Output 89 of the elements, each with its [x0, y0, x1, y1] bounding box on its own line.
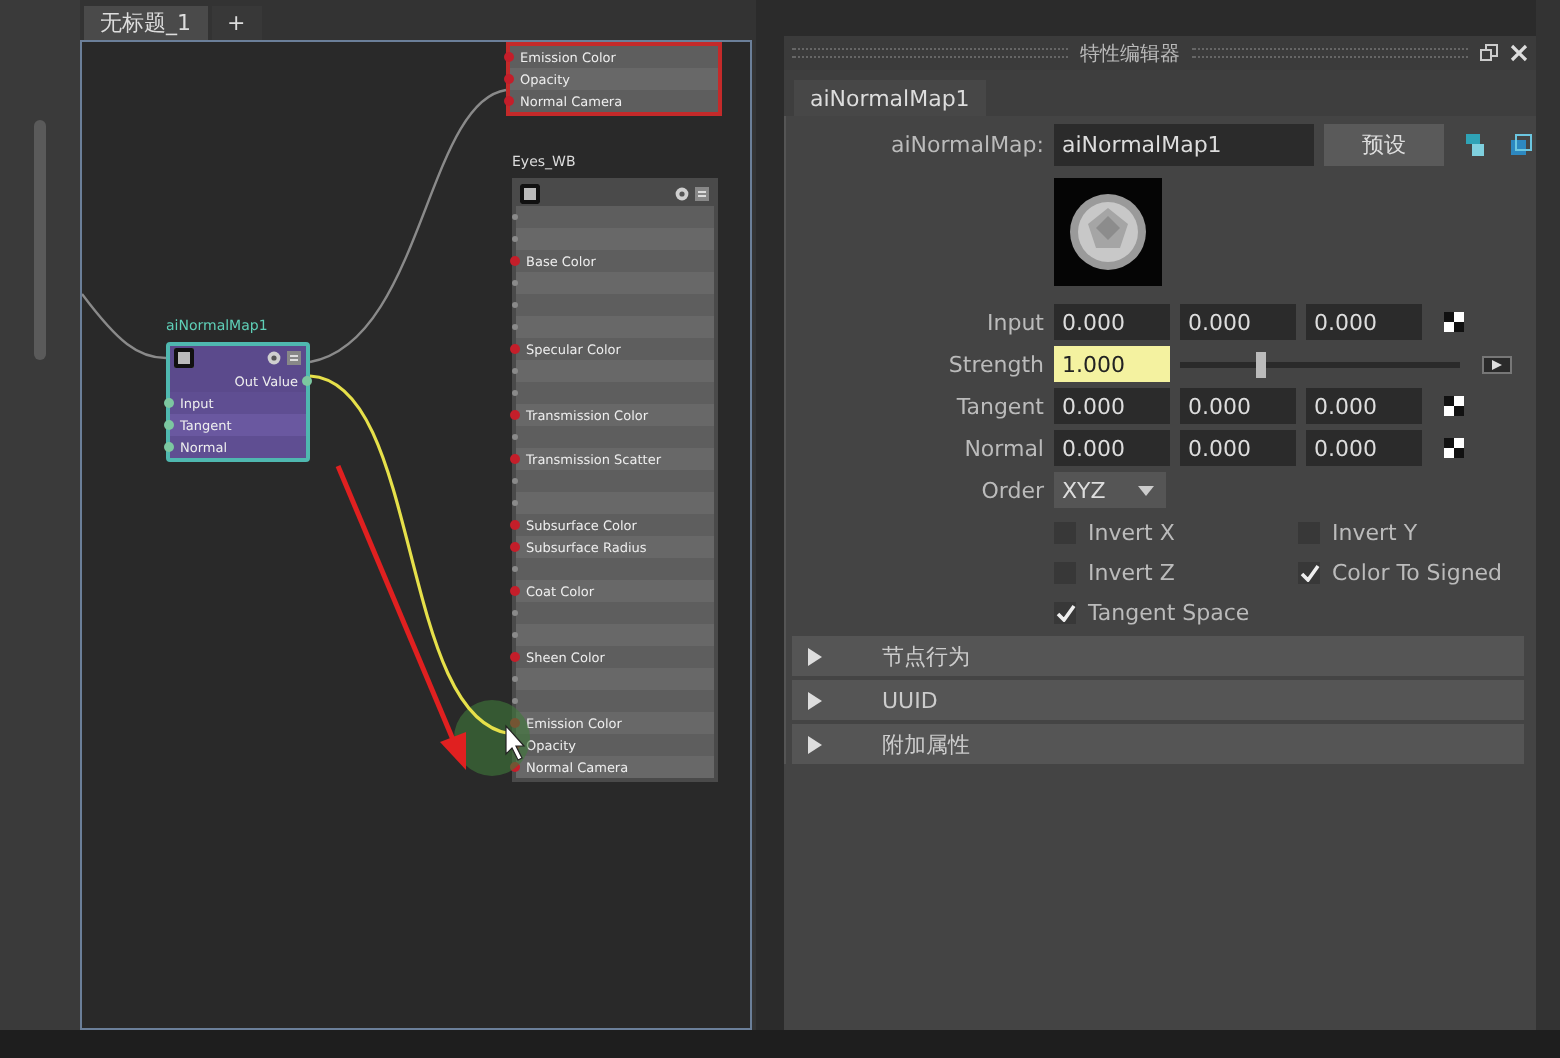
port-dot[interactable]: [510, 586, 520, 596]
cursor-icon: [505, 724, 526, 761]
section-header[interactable]: 节点行为: [792, 636, 1524, 676]
checkbox[interactable]: [1054, 601, 1076, 623]
checkbox-label: Color To Signed: [1332, 559, 1503, 585]
port-dot[interactable]: [512, 500, 518, 506]
port-dot[interactable]: [512, 434, 518, 440]
caret-icon: [1138, 485, 1154, 495]
float-icon: [1480, 44, 1498, 62]
swatch-icon: [520, 184, 540, 204]
number-field[interactable]: 0.000: [1180, 430, 1296, 466]
port-dot[interactable]: [510, 652, 520, 662]
order-dropdown[interactable]: XYZ: [1054, 472, 1166, 508]
port-dot[interactable]: [512, 324, 518, 330]
checker-icon: [1444, 438, 1464, 458]
triangle-icon: [808, 735, 822, 753]
port-dot[interactable]: [512, 698, 518, 704]
number-field[interactable]: 0.000: [1180, 304, 1296, 340]
connection-wire: [82, 293, 167, 360]
document-tab[interactable]: 无标题_1: [84, 6, 207, 40]
checkbox-label: Invert Y: [1332, 519, 1418, 545]
port-dot[interactable]: [504, 52, 514, 62]
port-dot[interactable]: [510, 762, 520, 772]
port-dot[interactable]: [510, 256, 520, 266]
field-label: Tangent: [954, 393, 1044, 419]
port-dot[interactable]: [512, 280, 518, 286]
port-dot[interactable]: [164, 442, 174, 452]
checkbox[interactable]: [1298, 561, 1320, 583]
document-tab[interactable]: +: [211, 6, 262, 40]
preset-button[interactable]: 预设: [1324, 124, 1444, 166]
port-dot[interactable]: [512, 478, 518, 484]
checkbox-label: Invert X: [1088, 519, 1175, 545]
node-name-field[interactable]: aiNormalMap1: [1054, 124, 1314, 166]
map-button-icon: [1482, 355, 1512, 373]
panel-title: 特性编辑器: [1080, 41, 1180, 67]
material-preview-icon: [1054, 178, 1162, 286]
number-field[interactable]: 0.000: [1306, 430, 1422, 466]
dropdown-value: XYZ: [1062, 477, 1108, 503]
port-dot[interactable]: [510, 410, 520, 420]
copy-tab-icon: [1510, 134, 1532, 156]
port-dot[interactable]: [512, 632, 518, 638]
field-label: Strength: [946, 351, 1044, 377]
port-dot[interactable]: [512, 566, 518, 572]
checker-icon: [1444, 396, 1464, 416]
port-dot[interactable]: [164, 398, 174, 408]
focus-icon: [1466, 134, 1488, 156]
checker-icon: [1444, 312, 1464, 332]
port-dot[interactable]: [512, 390, 518, 396]
swatch-icon: [174, 348, 194, 368]
number-field[interactable]: 0.000: [1306, 388, 1422, 424]
list-icon: [286, 350, 302, 366]
triangle-icon: [808, 691, 822, 709]
field-label: Input: [985, 309, 1044, 335]
port-dot[interactable]: [512, 214, 518, 220]
port-dot[interactable]: [512, 302, 518, 308]
port-dot[interactable]: [512, 368, 518, 374]
field-label: aiNormalMap:: [888, 132, 1044, 158]
port-dot[interactable]: [512, 676, 518, 682]
checkbox-label: Invert Z: [1088, 559, 1175, 585]
port-dot[interactable]: [510, 454, 520, 464]
port-dot[interactable]: [510, 520, 520, 530]
field-label: Normal: [962, 435, 1044, 461]
number-field[interactable]: 0.000: [1306, 304, 1422, 340]
port-dot[interactable]: [302, 376, 312, 386]
port-dot[interactable]: [512, 236, 518, 242]
gear-icon: [674, 186, 690, 202]
gear-icon: [266, 350, 282, 366]
number-field[interactable]: 0.000: [1180, 388, 1296, 424]
number-field[interactable]: 0.000: [1054, 304, 1170, 340]
field-label: Order: [979, 477, 1044, 503]
number-field[interactable]: 0.000: [1054, 430, 1170, 466]
port-dot[interactable]: [504, 96, 514, 106]
port-dot[interactable]: [510, 542, 520, 552]
slider-thumb[interactable]: [1255, 351, 1266, 377]
port-dot[interactable]: [512, 610, 518, 616]
number-field[interactable]: 0.000: [1054, 388, 1170, 424]
checkbox-label: Tangent Space: [1088, 599, 1250, 625]
number-field[interactable]: 1.000: [1054, 346, 1170, 382]
close-icon: [1510, 44, 1528, 62]
list-icon: [694, 186, 710, 202]
editor-tab[interactable]: aiNormalMap1: [794, 80, 986, 116]
port-dot[interactable]: [164, 420, 174, 430]
port-dot[interactable]: [504, 74, 514, 84]
section-header[interactable]: UUID: [792, 680, 1524, 720]
section-header[interactable]: 附加属性: [792, 724, 1524, 764]
port-dot[interactable]: [510, 718, 520, 728]
triangle-icon: [808, 647, 822, 665]
port-dot[interactable]: [510, 344, 520, 354]
scrollbar[interactable]: [34, 120, 46, 360]
